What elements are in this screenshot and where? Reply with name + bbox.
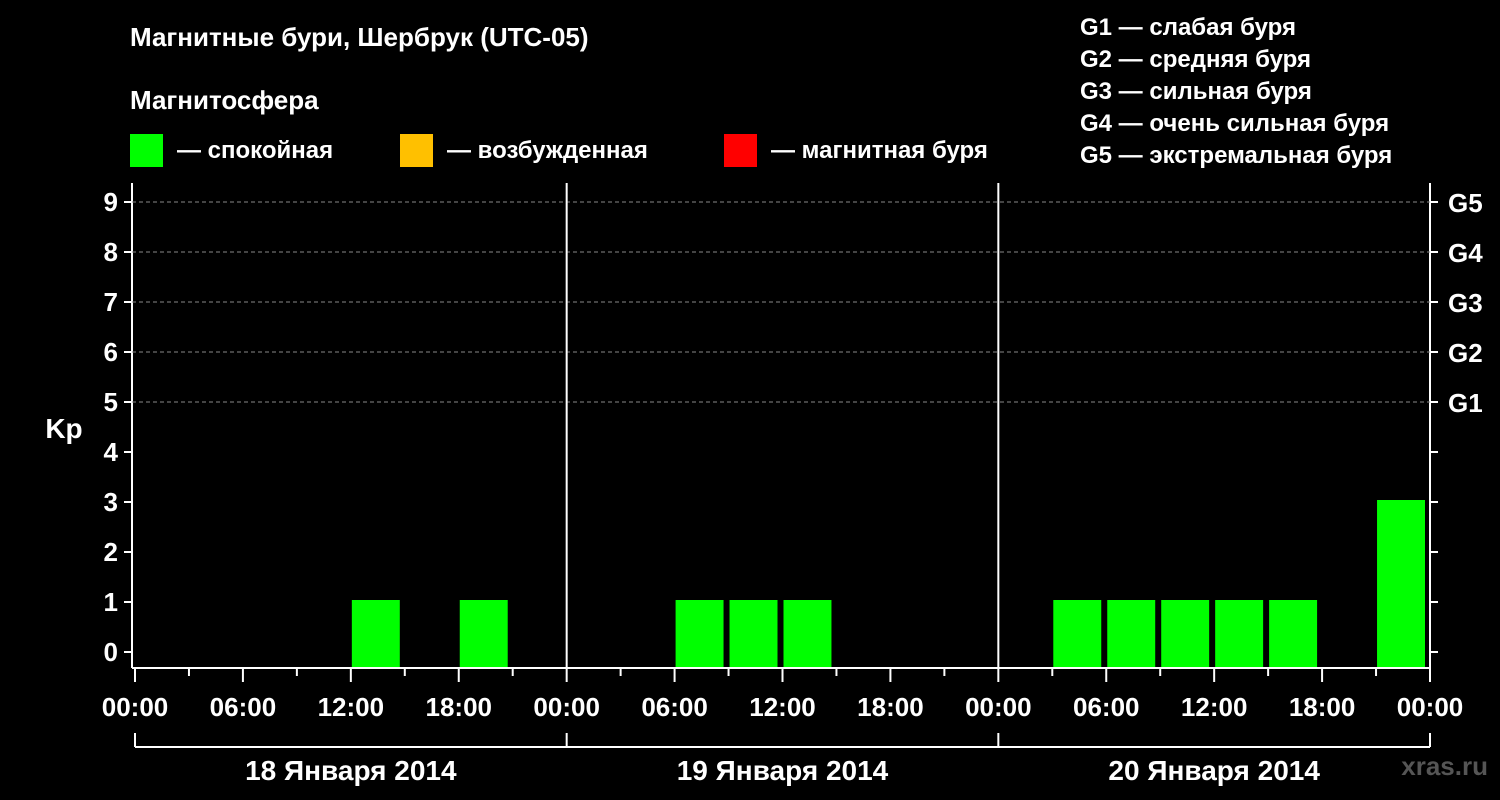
x-tick-label: 06:00 <box>210 692 277 722</box>
g-level-label: G3 <box>1448 288 1483 318</box>
y-tick-label: 8 <box>104 237 118 267</box>
x-tick-label: 12:00 <box>749 692 816 722</box>
kp-bar <box>729 600 778 667</box>
kp-bar <box>1053 600 1102 667</box>
y-tick-label: 2 <box>104 537 118 567</box>
g-level-label: G5 <box>1448 188 1483 218</box>
kp-bar <box>1269 600 1318 667</box>
y-tick-label: 7 <box>104 287 118 317</box>
g-level-label: G1 <box>1448 388 1483 418</box>
y-tick-label: 1 <box>104 587 118 617</box>
watermark: xras.ru <box>1401 751 1488 781</box>
kp-bar <box>1107 600 1156 667</box>
day-label: 18 Января 2014 <box>245 755 457 786</box>
y-tick-label: 9 <box>104 187 118 217</box>
day-label: 20 Января 2014 <box>1108 755 1320 786</box>
x-tick-label: 00:00 <box>102 692 169 722</box>
x-tick-label: 00:00 <box>533 692 600 722</box>
y-tick-label: 3 <box>104 487 118 517</box>
x-tick-label: 12:00 <box>318 692 385 722</box>
y-tick-label: 4 <box>104 437 119 467</box>
g-level-label: G4 <box>1448 238 1483 268</box>
x-tick-label: 00:00 <box>965 692 1032 722</box>
kp-bar <box>675 600 724 667</box>
x-tick-label: 18:00 <box>1289 692 1356 722</box>
x-tick-label: 18:00 <box>426 692 493 722</box>
y-tick-label: 0 <box>104 637 118 667</box>
x-tick-label: 06:00 <box>641 692 708 722</box>
x-tick-label: 06:00 <box>1073 692 1140 722</box>
kp-bar <box>1377 500 1425 667</box>
y-axis-label: Kp <box>45 413 82 444</box>
kp-bar <box>783 600 832 667</box>
x-tick-label: 00:00 <box>1397 692 1464 722</box>
g-level-label: G2 <box>1448 338 1483 368</box>
x-tick-label: 18:00 <box>857 692 924 722</box>
kp-chart: 0 1 2 3 4 5 6 7 8 9 G1 G2 G3 G4 G5 Kp 00:00 06:00 12:00 18:… <box>45 183 1483 786</box>
y-tick-label: 6 <box>104 337 118 367</box>
x-tick-label: 12:00 <box>1181 692 1248 722</box>
kp-bar <box>351 600 400 667</box>
y-tick-label: 5 <box>104 387 118 417</box>
kp-bar <box>1161 600 1210 667</box>
kp-bar <box>459 600 508 667</box>
kp-bar <box>1215 600 1264 667</box>
day-label: 19 Января 2014 <box>677 755 889 786</box>
